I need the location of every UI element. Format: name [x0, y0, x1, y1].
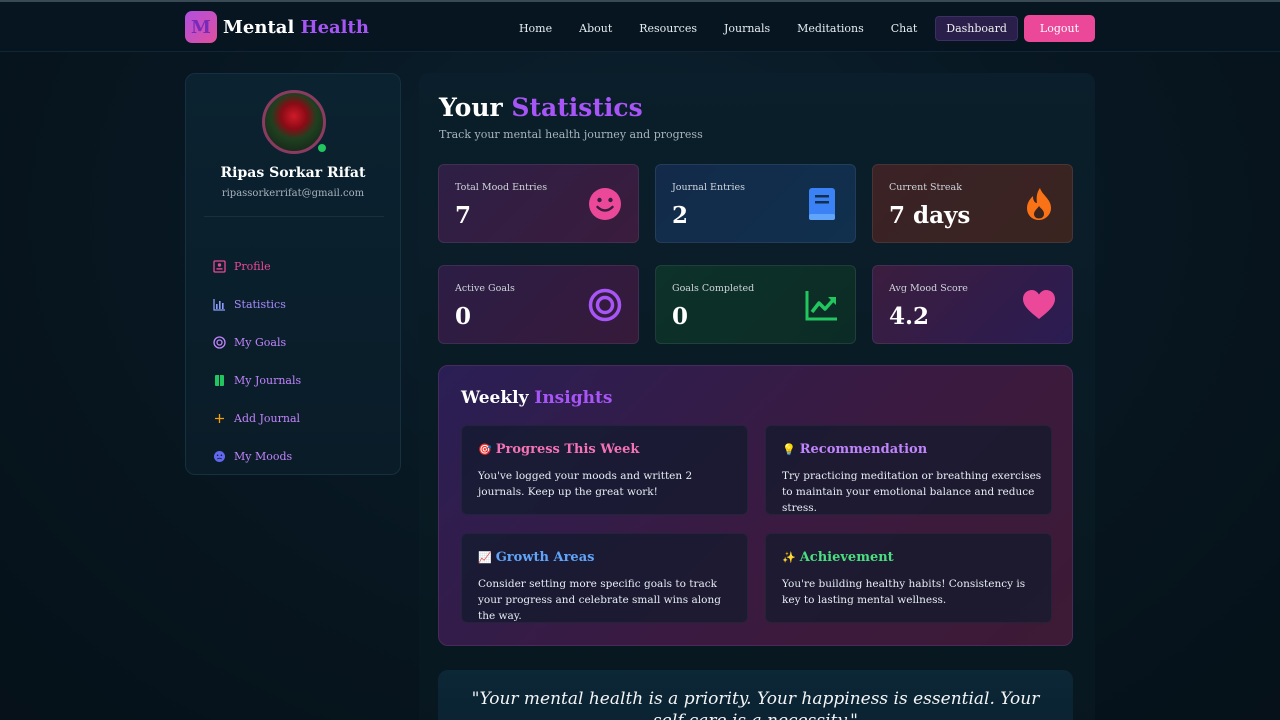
chart-emoji-icon: 📈 — [478, 551, 492, 564]
book-icon — [805, 187, 839, 221]
insight-heading: 🎯 Progress This Week — [478, 442, 639, 457]
sidebar-item-statistics[interactable]: Statistics — [212, 285, 301, 323]
nav-journals[interactable]: Journals — [724, 22, 770, 35]
insight-title: Progress This Week — [495, 442, 640, 457]
dashboard-button[interactable]: Dashboard — [935, 16, 1018, 41]
avatar-wrap — [262, 90, 328, 154]
online-status-dot — [316, 142, 328, 154]
sidebar-item-profile[interactable]: Profile — [212, 247, 301, 285]
quote-box: "Your mental health is a priority. Your … — [438, 670, 1073, 720]
sidebar-item-moods[interactable]: My Moods — [212, 437, 301, 475]
stat-card-current-streak: Current Streak 7 days — [872, 164, 1073, 243]
sparkles-icon: ✨ — [782, 551, 796, 564]
brand-logo: M — [185, 11, 217, 43]
top-navbar: M Mental Health Home About Resources Jou… — [0, 0, 1280, 52]
brand-name-part1: Mental — [223, 16, 295, 38]
stat-value: 7 days — [889, 202, 971, 229]
brand[interactable]: M Mental Health — [185, 11, 369, 43]
insights-title: Weekly Insights — [461, 388, 612, 408]
plus-icon — [212, 411, 226, 425]
insight-heading: ✨ Achievement — [782, 550, 894, 565]
stat-card-active-goals: Active Goals 0 — [438, 265, 639, 344]
stat-label: Current Streak — [889, 182, 962, 193]
nav-chat[interactable]: Chat — [891, 22, 917, 35]
nav-links: Home About Resources Journals Meditation… — [492, 15, 1095, 42]
stat-label: Journal Entries — [672, 182, 745, 193]
logout-button[interactable]: Logout — [1023, 15, 1095, 42]
brand-name-part2: Health — [300, 16, 369, 38]
sidebar-item-journals[interactable]: My Journals — [212, 361, 301, 399]
stat-value: 0 — [455, 303, 472, 330]
insights-title-part1: Weekly — [461, 388, 529, 408]
target-icon — [212, 335, 226, 349]
sidebar-item-goals[interactable]: My Goals — [212, 323, 301, 361]
brand-logo-letter: M — [191, 16, 211, 38]
page-subtitle: Track your mental health journey and pro… — [439, 128, 703, 141]
user-email: ripassorkerrifat@gmail.com — [221, 188, 365, 199]
sidebar-item-label: Statistics — [234, 297, 286, 311]
sidebar-item-add-journal[interactable]: Add Journal — [212, 399, 301, 437]
sidebar-item-label: My Journals — [234, 373, 302, 387]
quote-text: "Your mental health is a priority. Your … — [471, 689, 1040, 720]
insight-title: Recommendation — [799, 442, 928, 457]
sidebar: Ripas Sorkar Rifat ripassorkerrifat@gmai… — [185, 73, 401, 475]
insight-body: You're building healthy habits! Consiste… — [782, 578, 1026, 606]
insight-card-growth: 📈 Growth Areas Consider setting more spe… — [461, 533, 748, 623]
sidebar-menu: Profile Statistics My Goals My Journals … — [212, 247, 301, 475]
sidebar-item-label: My Moods — [234, 449, 293, 463]
stat-value: 2 — [672, 202, 689, 229]
insight-heading: 💡 Recommendation — [782, 442, 927, 457]
stat-value: 7 — [455, 202, 472, 229]
fire-icon — [1022, 187, 1056, 221]
stat-card-journal-entries: Journal Entries 2 — [655, 164, 856, 243]
insight-card-recommendation: 💡 Recommendation Try practicing meditati… — [765, 425, 1052, 515]
nav-home[interactable]: Home — [519, 22, 552, 35]
insight-heading: 📈 Growth Areas — [478, 550, 594, 565]
mood-icon — [212, 449, 226, 463]
target-icon — [588, 288, 622, 322]
user-name: Ripas Sorkar Rifat — [220, 165, 366, 181]
insight-body: Consider setting more specific goals to … — [478, 578, 721, 622]
profile-icon — [212, 259, 226, 273]
insight-body: You've logged your moods and written 2 j… — [478, 470, 693, 498]
nav-meditations[interactable]: Meditations — [797, 22, 864, 35]
chart-icon — [212, 297, 226, 311]
page-title-part2: Statistics — [511, 93, 643, 122]
trending-up-icon — [805, 288, 839, 322]
insight-title: Achievement — [799, 550, 894, 565]
insight-body: Try practicing meditation or breathing e… — [782, 470, 1042, 514]
target-emoji-icon: 🎯 — [478, 443, 492, 456]
insight-title: Growth Areas — [495, 550, 595, 565]
smile-icon — [588, 187, 622, 221]
stat-value: 0 — [672, 303, 689, 330]
nav-resources[interactable]: Resources — [639, 22, 697, 35]
stat-label: Total Mood Entries — [455, 182, 548, 193]
weekly-insights: Weekly Insights 🎯 Progress This Week You… — [438, 365, 1073, 646]
sidebar-item-label: My Goals — [234, 335, 287, 349]
stat-card-avg-mood: Avg Mood Score 4.2 — [872, 265, 1073, 344]
page-title-part1: Your — [439, 93, 503, 122]
nav-about[interactable]: About — [579, 22, 612, 35]
insight-card-progress: 🎯 Progress This Week You've logged your … — [461, 425, 748, 515]
page-title: Your Statistics — [439, 93, 643, 122]
stat-card-goals-completed: Goals Completed 0 — [655, 265, 856, 344]
stat-value: 4.2 — [889, 303, 930, 330]
sidebar-divider — [204, 216, 384, 217]
book-icon — [212, 373, 226, 387]
insight-card-achievement: ✨ Achievement You're building healthy ha… — [765, 533, 1052, 623]
sidebar-item-label: Profile — [234, 259, 271, 273]
stat-label: Avg Mood Score — [889, 283, 968, 294]
heart-icon — [1022, 288, 1056, 322]
main-panel: Your Statistics Track your mental health… — [419, 73, 1095, 720]
stat-card-mood-entries: Total Mood Entries 7 — [438, 164, 639, 243]
sidebar-item-label: Add Journal — [234, 411, 301, 425]
stat-label: Active Goals — [455, 283, 515, 294]
lightbulb-icon: 💡 — [782, 443, 796, 456]
stat-label: Goals Completed — [672, 283, 755, 294]
brand-name: Mental Health — [223, 17, 369, 38]
insights-title-part2: Insights — [534, 388, 613, 408]
